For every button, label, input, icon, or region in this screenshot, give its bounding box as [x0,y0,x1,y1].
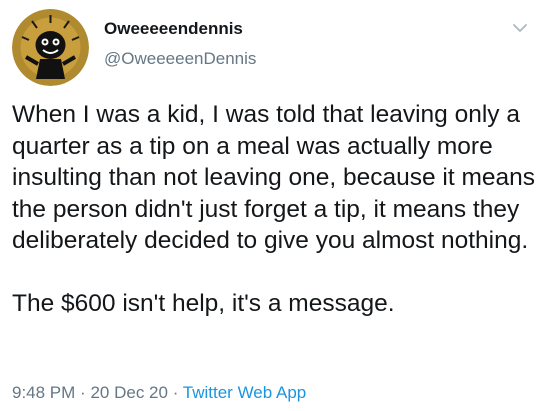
tweet-metadata: 9:48 PM · 20 Dec 20 · Twitter Web App [12,383,306,403]
separator: · [172,383,179,402]
chevron-down-icon [513,24,527,32]
tweet-text: When I was a kid, I was told that leavin… [12,99,537,319]
separator: · [80,383,86,402]
tweet-time[interactable]: 9:48 PM [12,383,75,402]
tweet-paragraph: The $600 isn't help, it's a message. [12,289,395,317]
avatar[interactable] [12,9,89,86]
user-handle[interactable]: @OweeeeenDennis [104,49,256,69]
tweet-paragraph: When I was a kid, I was told that leavin… [12,101,536,254]
tweet-menu-button[interactable] [510,18,530,38]
tweet-date[interactable]: 20 Dec 20 [90,383,168,402]
tweet-card: Oweeeeendennis @OweeeeenDennis When I wa… [0,0,543,411]
avatar-cartoon-icon [12,9,89,86]
tweet-source-link[interactable]: Twitter Web App [183,383,306,402]
display-name[interactable]: Oweeeeendennis [104,19,243,39]
